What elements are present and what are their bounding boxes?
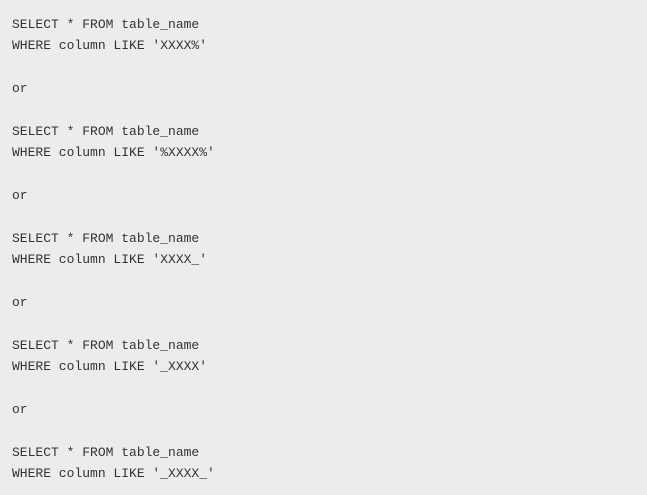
code-line: or: [12, 402, 28, 418]
sql-code-block: SELECT * FROM table_name WHERE column LI…: [0, 0, 647, 495]
code-line: or: [12, 295, 28, 311]
code-line: SELECT * FROM table_name: [12, 17, 200, 32]
code-line: SELECT * FROM table_name: [12, 337, 200, 353]
code-line: WHERE column LIKE '_XXXX': [12, 359, 208, 375]
code-line: WHERE column LIKE '_XXXX_': [12, 466, 215, 482]
code-line: SELECT * FROM table_name: [12, 444, 200, 460]
code-line: SELECT * FROM table_name: [12, 230, 200, 246]
code-line: or: [12, 188, 28, 204]
code-line: WHERE column LIKE 'XXXX_': [12, 252, 208, 268]
code-line: WHERE column LIKE '%XXXX%': [12, 145, 215, 161]
code-line: SELECT * FROM table_name: [12, 123, 200, 139]
code-line: or: [12, 81, 28, 97]
code-line: WHERE column LIKE 'XXXX%': [12, 38, 208, 54]
